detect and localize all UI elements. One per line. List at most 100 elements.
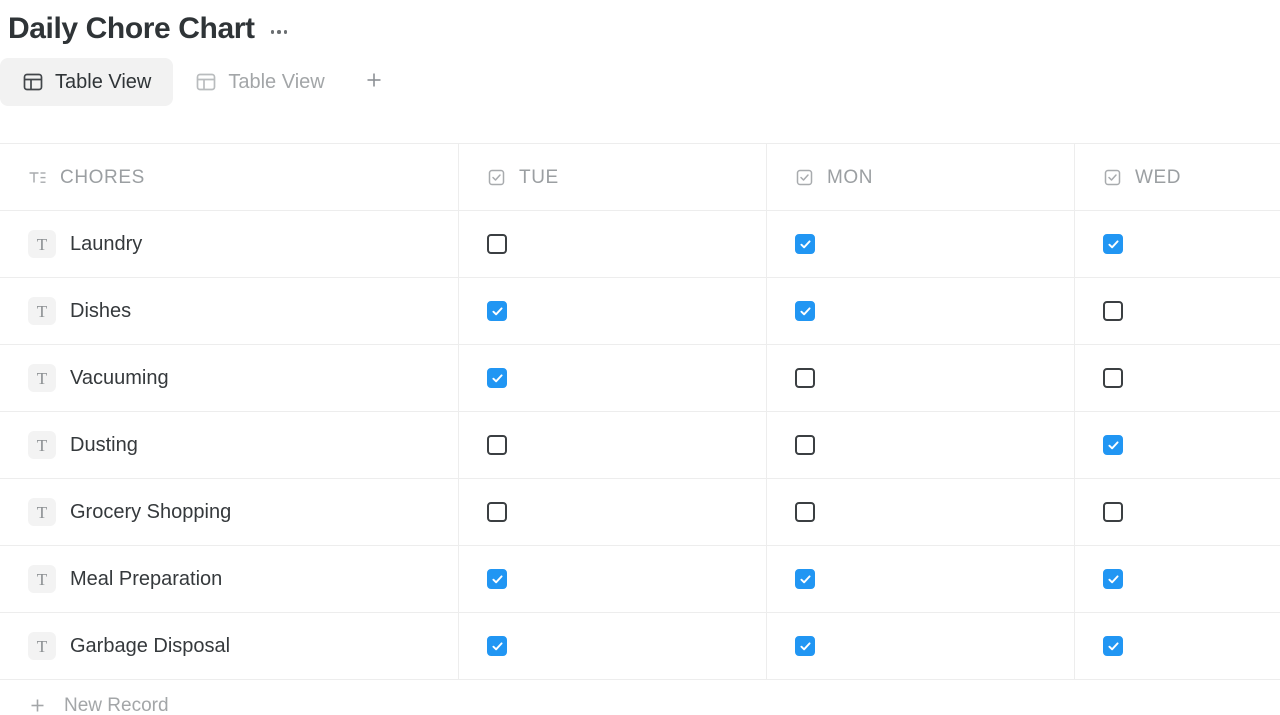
- chore-chart-app: Daily Chore Chart Table View Table View …: [0, 0, 1280, 715]
- checkbox-checked-icon[interactable]: [1103, 234, 1123, 254]
- new-record-label: New Record: [64, 694, 169, 715]
- text-cell-icon: T: [28, 297, 56, 325]
- page-title: Daily Chore Chart: [8, 12, 255, 45]
- checkbox-checked-icon[interactable]: [795, 636, 815, 656]
- text-field-icon: [28, 168, 47, 187]
- text-cell-icon: T: [28, 565, 56, 593]
- checkbox-checked-icon[interactable]: [795, 569, 815, 589]
- checkbox-cell-mon[interactable]: [767, 345, 1075, 411]
- checkbox-cell-wed[interactable]: [1075, 479, 1280, 545]
- row-name-cell[interactable]: T Garbage Disposal: [0, 613, 459, 679]
- ellipsis-icon: [283, 30, 288, 34]
- checkbox-cell-tue[interactable]: [459, 345, 767, 411]
- plus-icon: [28, 696, 47, 715]
- checkbox-cell-tue[interactable]: [459, 412, 767, 478]
- column-header-chores[interactable]: CHORES: [0, 144, 459, 210]
- table-row: T Dusting: [0, 412, 1280, 479]
- checkbox-unchecked-icon[interactable]: [795, 435, 815, 455]
- tab-label: Table View: [55, 71, 152, 93]
- checkbox-cell-mon[interactable]: [767, 479, 1075, 545]
- checkbox-unchecked-icon[interactable]: [1103, 368, 1123, 388]
- view-tab-strip: Table View Table View: [0, 52, 1280, 112]
- table-row: T Laundry: [0, 211, 1280, 278]
- table-header-row: CHORES TUE MON WED: [0, 144, 1280, 211]
- table-row: T Garbage Disposal: [0, 613, 1280, 680]
- row-name-label: Meal Preparation: [70, 568, 223, 590]
- checkbox-field-icon: [487, 168, 506, 187]
- table-body: T Laundry T Dishes T Vacuuming T Dusting T Grocer…: [0, 211, 1280, 680]
- checkbox-checked-icon[interactable]: [487, 636, 507, 656]
- checkbox-unchecked-icon[interactable]: [1103, 301, 1123, 321]
- checkbox-cell-mon[interactable]: [767, 278, 1075, 344]
- column-header-wed[interactable]: WED: [1075, 144, 1280, 210]
- table-view-icon: [195, 71, 217, 93]
- table-row: T Grocery Shopping: [0, 479, 1280, 546]
- row-name-label: Dishes: [70, 300, 132, 322]
- checkbox-checked-icon[interactable]: [487, 301, 507, 321]
- column-header-label: WED: [1135, 166, 1182, 188]
- row-name-label: Garbage Disposal: [70, 635, 231, 657]
- table-view-icon: [22, 71, 44, 93]
- checkbox-unchecked-icon[interactable]: [487, 234, 507, 254]
- checkbox-checked-icon[interactable]: [795, 301, 815, 321]
- row-name-cell[interactable]: T Meal Preparation: [0, 546, 459, 612]
- checkbox-cell-mon[interactable]: [767, 613, 1075, 679]
- checkbox-field-icon: [1103, 168, 1122, 187]
- checkbox-checked-icon[interactable]: [1103, 636, 1123, 656]
- checkbox-field-icon: [795, 168, 814, 187]
- checkbox-checked-icon[interactable]: [1103, 435, 1123, 455]
- column-header-mon[interactable]: MON: [767, 144, 1075, 210]
- checkbox-unchecked-icon[interactable]: [487, 502, 507, 522]
- column-header-label: CHORES: [60, 166, 145, 188]
- checkbox-checked-icon[interactable]: [1103, 569, 1123, 589]
- row-name-label: Vacuuming: [70, 367, 169, 389]
- row-name-cell[interactable]: T Grocery Shopping: [0, 479, 459, 545]
- add-view-button[interactable]: [353, 61, 395, 103]
- checkbox-unchecked-icon[interactable]: [1103, 502, 1123, 522]
- text-cell-icon: T: [28, 431, 56, 459]
- checkbox-checked-icon[interactable]: [487, 569, 507, 589]
- checkbox-unchecked-icon[interactable]: [795, 502, 815, 522]
- tab-table-view-1[interactable]: Table View: [0, 58, 174, 106]
- more-options-button[interactable]: [269, 26, 290, 38]
- new-record-button[interactable]: New Record: [0, 680, 1280, 715]
- row-name-cell[interactable]: T Dusting: [0, 412, 459, 478]
- table-row: T Vacuuming: [0, 345, 1280, 412]
- row-name-cell[interactable]: T Dishes: [0, 278, 459, 344]
- row-name-cell[interactable]: T Laundry: [0, 211, 459, 277]
- column-header-label: TUE: [519, 166, 559, 188]
- checkbox-cell-tue[interactable]: [459, 211, 767, 277]
- checkbox-checked-icon[interactable]: [795, 234, 815, 254]
- text-cell-icon: T: [28, 632, 56, 660]
- ellipsis-icon: [277, 30, 281, 34]
- row-name-label: Grocery Shopping: [70, 501, 232, 523]
- ellipsis-icon: [270, 30, 275, 34]
- checkbox-cell-wed[interactable]: [1075, 546, 1280, 612]
- chores-table: CHORES TUE MON WED T Laundry T Dishes T …: [0, 143, 1280, 715]
- tab-table-view-2[interactable]: Table View: [173, 58, 346, 106]
- checkbox-cell-wed[interactable]: [1075, 613, 1280, 679]
- column-header-tue[interactable]: TUE: [459, 144, 767, 210]
- checkbox-cell-mon[interactable]: [767, 546, 1075, 612]
- checkbox-cell-wed[interactable]: [1075, 278, 1280, 344]
- tab-label: Table View: [228, 71, 325, 93]
- table-row: T Meal Preparation: [0, 546, 1280, 613]
- checkbox-cell-tue[interactable]: [459, 479, 767, 545]
- row-name-cell[interactable]: T Vacuuming: [0, 345, 459, 411]
- checkbox-unchecked-icon[interactable]: [795, 368, 815, 388]
- checkbox-checked-icon[interactable]: [487, 368, 507, 388]
- checkbox-cell-tue[interactable]: [459, 613, 767, 679]
- row-name-label: Dusting: [70, 434, 138, 456]
- checkbox-cell-wed[interactable]: [1075, 211, 1280, 277]
- checkbox-cell-tue[interactable]: [459, 546, 767, 612]
- plus-icon: [363, 69, 385, 96]
- title-bar: Daily Chore Chart: [0, 0, 1280, 52]
- checkbox-cell-tue[interactable]: [459, 278, 767, 344]
- column-header-label: MON: [827, 166, 874, 188]
- checkbox-cell-wed[interactable]: [1075, 345, 1280, 411]
- checkbox-cell-mon[interactable]: [767, 211, 1075, 277]
- checkbox-cell-wed[interactable]: [1075, 412, 1280, 478]
- text-cell-icon: T: [28, 364, 56, 392]
- checkbox-cell-mon[interactable]: [767, 412, 1075, 478]
- checkbox-unchecked-icon[interactable]: [487, 435, 507, 455]
